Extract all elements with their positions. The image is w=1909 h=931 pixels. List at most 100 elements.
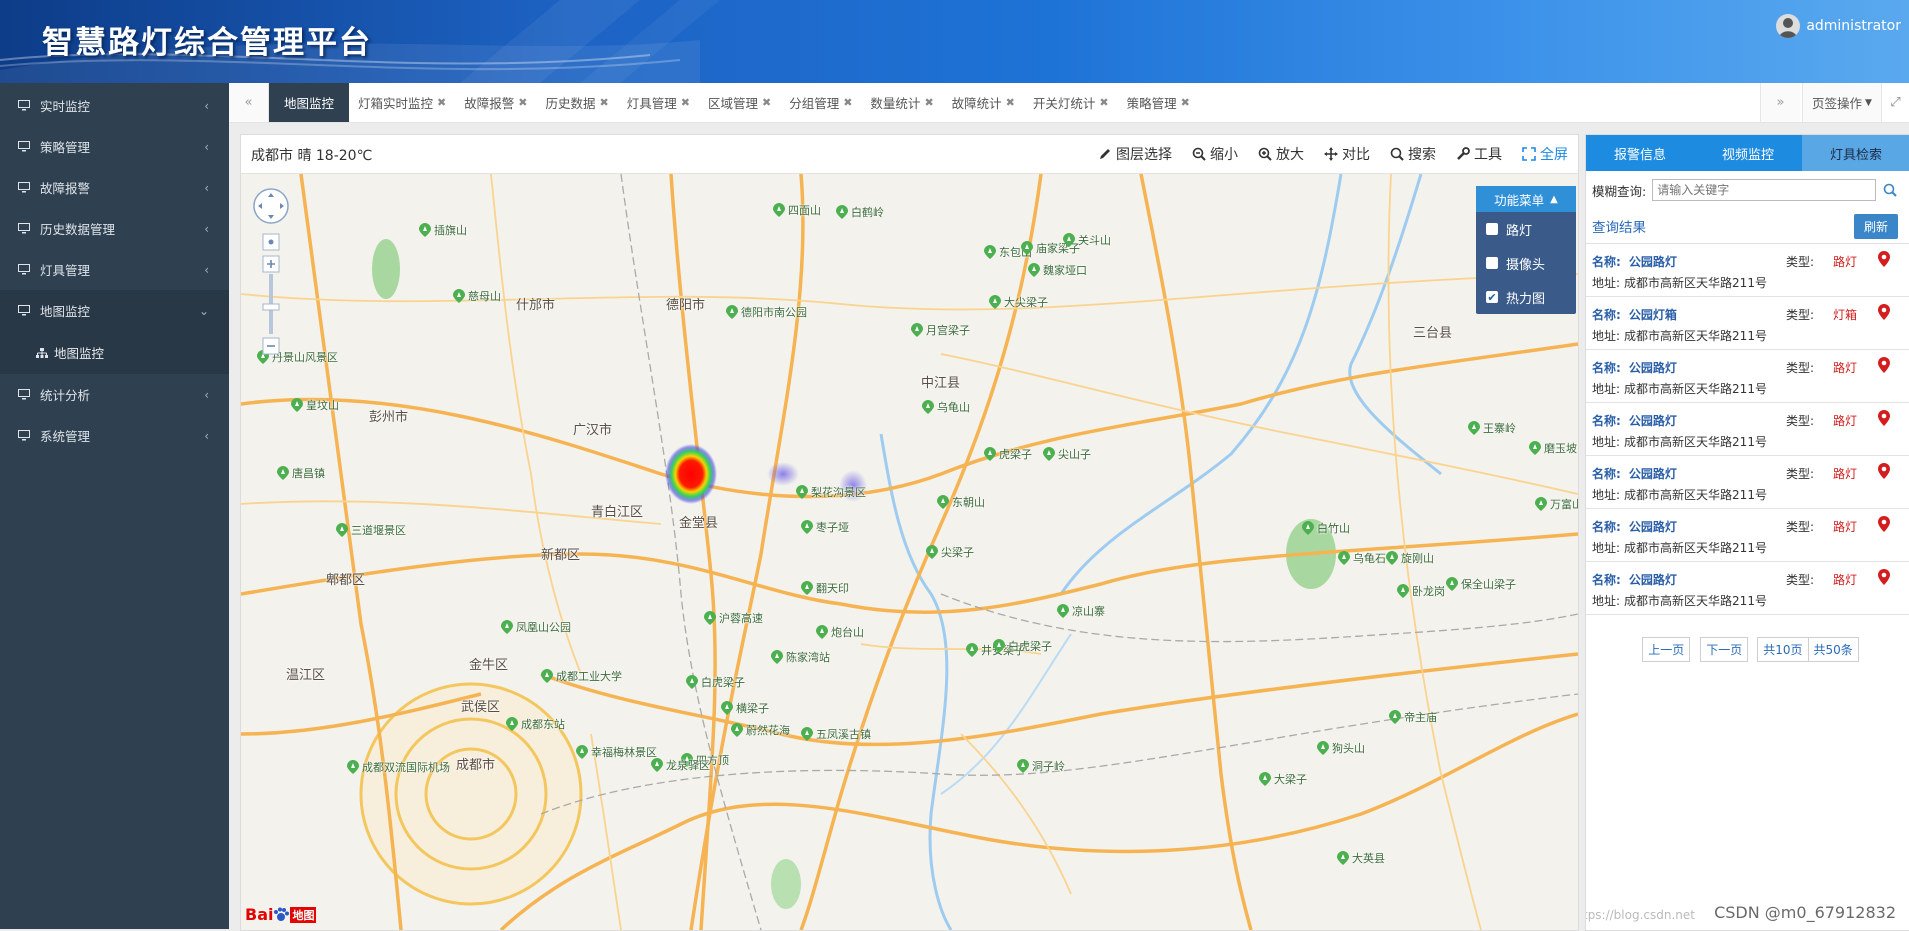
function-menu-header[interactable]: 功能菜单 ▲ <box>1476 186 1576 212</box>
result-item[interactable]: 名称: 公园路灯 类型: 路灯 地址: 成都市高新区天华路211号 <box>1586 456 1909 509</box>
tab-scroll-left-button[interactable]: « <box>229 83 269 122</box>
sidebar-item-strategy[interactable]: 策略管理 ‹ <box>0 126 229 167</box>
tab-video-monitor[interactable]: 视频监控 <box>1694 135 1802 171</box>
search-tool[interactable]: 搜索 <box>1390 144 1436 164</box>
user-menu[interactable]: administrator <box>1776 14 1901 38</box>
map-canvas[interactable]: 德阳市 广汉市 什邡市 彭州市 青白江区 新都区 郫都区 金堂县 中江县 三台县 成都市 温江区 金牛区… <box>241 174 1578 930</box>
map-nav-control[interactable] <box>251 186 291 360</box>
location-pin-icon[interactable] <box>1878 516 1890 532</box>
checkbox-checked-icon[interactable]: ✔ <box>1486 291 1498 304</box>
lamp-type: 路灯 <box>1833 414 1858 428</box>
zoom-in-tool[interactable]: 放大 <box>1258 144 1304 164</box>
tab-count-stats[interactable]: 数量统计 ✖ <box>861 83 942 122</box>
map-place-name: 青白江区 <box>591 505 644 520</box>
close-icon[interactable]: ✖ <box>1181 96 1190 109</box>
close-icon[interactable]: ✖ <box>437 96 446 109</box>
close-icon[interactable]: ✖ <box>762 96 771 109</box>
tab-lightbox-realtime[interactable]: 灯箱实时监控 ✖ <box>349 83 455 122</box>
close-icon[interactable]: ✖ <box>681 96 690 109</box>
zoom-in-icon <box>1258 147 1272 161</box>
sidebar-subitem-map-monitor[interactable]: 地图监控 <box>0 331 229 374</box>
search-input[interactable] <box>1652 179 1877 201</box>
tab-bar: « 地图监控 灯箱实时监控 ✖ 故障报警 ✖ 历史数据 ✖ 灯具管理 ✖ 区域管理 ✖ 分… <box>229 83 1909 123</box>
tab-lamps[interactable]: 灯具管理 ✖ <box>618 83 699 122</box>
poi-pin-icon <box>1259 772 1271 786</box>
sidebar-item-history[interactable]: 历史数据管理 ‹ <box>0 208 229 249</box>
layer-streetlight-checkbox[interactable]: 路灯 <box>1476 212 1576 246</box>
tab-label: 灯具管理 <box>626 96 677 111</box>
close-icon[interactable]: ✖ <box>924 96 933 109</box>
poi-pin-icon <box>816 625 828 639</box>
result-item[interactable]: 名称: 公园灯箱 类型: 灯箱 地址: 成都市高新区天华路211号 <box>1586 297 1909 350</box>
tab-lamp-search[interactable]: 灯具检索 <box>1802 135 1909 171</box>
tab-history[interactable]: 历史数据 ✖ <box>536 83 617 122</box>
pan-zoom-icon[interactable] <box>251 186 291 356</box>
tab-alarm-info[interactable]: 报警信息 <box>1586 135 1694 171</box>
poi-pin-icon <box>419 223 431 237</box>
location-pin-icon[interactable] <box>1878 304 1890 320</box>
sidebar-item-realtime[interactable]: 实时监控 ‹ <box>0 85 229 126</box>
result-item[interactable]: 名称: 公园路灯 类型: 路灯 地址: 成都市高新区天华路211号 <box>1586 562 1909 615</box>
layer-select-tool[interactable]: 图层选择 <box>1098 144 1172 164</box>
map-place-name: 白虎梁子 <box>1008 640 1052 653</box>
sidebar-item-map[interactable]: 地图监控 ⌄ <box>0 290 229 331</box>
sidebar-item-system[interactable]: 系统管理 ‹ <box>0 415 229 456</box>
refresh-button[interactable]: 刷新 <box>1853 213 1898 239</box>
result-item[interactable]: 名称: 公园路灯 类型: 路灯 地址: 成都市高新区天华路211号 <box>1586 244 1909 297</box>
tab-strategy[interactable]: 策略管理 ✖ <box>1118 83 1199 122</box>
map-place-name: 龙泉驿区 <box>666 759 710 772</box>
checkbox-unchecked-icon[interactable] <box>1486 223 1498 235</box>
prev-page-button[interactable]: 上一页 <box>1642 637 1691 662</box>
map-place-label: 关斗山 <box>1063 232 1111 248</box>
tab-scroll-right-button[interactable]: » <box>1760 83 1800 122</box>
fullscreen-button[interactable]: ⤢ <box>1881 83 1909 122</box>
checkbox-unchecked-icon[interactable] <box>1486 257 1498 269</box>
map-place-label: 大梁子 <box>1259 771 1307 787</box>
user-icon <box>1779 18 1798 38</box>
map-place-name: 虎梁子 <box>999 448 1032 461</box>
close-icon[interactable]: ✖ <box>600 96 609 109</box>
map-place-name: 枣子垭 <box>816 521 849 534</box>
layer-camera-checkbox[interactable]: 摄像头 <box>1476 246 1576 280</box>
location-pin-icon[interactable] <box>1878 463 1890 479</box>
location-pin-icon[interactable] <box>1878 357 1890 373</box>
map-place-label: 卧龙岗 <box>1397 583 1445 599</box>
tool-label: 对比 <box>1342 147 1370 163</box>
tab-area[interactable]: 区域管理 ✖ <box>699 83 780 122</box>
close-icon[interactable]: ✖ <box>1006 96 1015 109</box>
map-place-name: 插旗山 <box>434 224 467 237</box>
next-page-button[interactable]: 下一页 <box>1700 637 1749 662</box>
tab-fault-stats[interactable]: 故障统计 ✖ <box>943 83 1024 122</box>
lamp-name: 公园灯箱 <box>1628 308 1677 322</box>
location-pin-icon[interactable] <box>1878 410 1890 426</box>
close-icon[interactable]: ✖ <box>1099 96 1108 109</box>
tab-alarm[interactable]: 故障报警 ✖ <box>455 83 536 122</box>
close-icon[interactable]: ✖ <box>518 96 527 109</box>
tools-tool[interactable]: 工具 <box>1456 144 1502 164</box>
sidebar-item-stats[interactable]: 统计分析 ‹ <box>0 374 229 415</box>
tab-map-monitor[interactable]: 地图监控 <box>269 83 350 122</box>
location-pin-icon[interactable] <box>1878 569 1890 585</box>
location-pin-icon[interactable] <box>1878 251 1890 267</box>
result-item[interactable]: 名称: 公园路灯 类型: 路灯 地址: 成都市高新区天华路211号 <box>1586 403 1909 456</box>
page-ops-dropdown[interactable]: 页签操作 ▼ <box>1802 83 1881 122</box>
result-item[interactable]: 名称: 公园路灯 类型: 路灯 地址: 成都市高新区天华路211号 <box>1586 350 1909 403</box>
search-icon[interactable] <box>1883 183 1897 197</box>
name-label: 名称: <box>1592 414 1621 428</box>
result-address-row: 地址: 成都市高新区天华路211号 <box>1592 592 1767 609</box>
tab-switch-stats[interactable]: 开关灯统计 ✖ <box>1024 83 1118 122</box>
compare-tool[interactable]: 对比 <box>1324 144 1370 164</box>
sidebar-item-lamps[interactable]: 灯具管理 ‹ <box>0 249 229 290</box>
map-place-name: 王寨岭 <box>1483 422 1516 435</box>
poi-pin-icon <box>651 758 663 772</box>
fullscreen-tool[interactable]: 全屏 <box>1522 144 1568 164</box>
close-icon[interactable]: ✖ <box>843 96 852 109</box>
poi-pin-icon <box>1057 604 1069 618</box>
map-place-label: 炮台山 <box>816 624 864 640</box>
result-item[interactable]: 名称: 公园路灯 类型: 路灯 地址: 成都市高新区天华路211号 <box>1586 509 1909 562</box>
tab-group[interactable]: 分组管理 ✖ <box>780 83 861 122</box>
zoom-out-tool[interactable]: 缩小 <box>1192 144 1238 164</box>
sidebar-item-alarm[interactable]: 故障报警 ‹ <box>0 167 229 208</box>
map-place-name: 中江县 <box>921 376 961 391</box>
layer-heatmap-checkbox[interactable]: ✔ 热力图 <box>1476 280 1576 314</box>
